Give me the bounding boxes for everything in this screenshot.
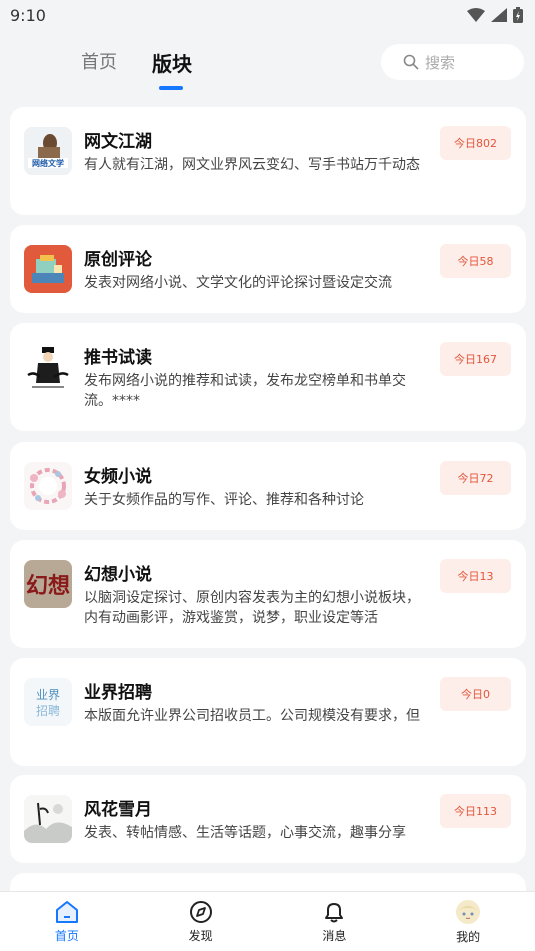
- bell-icon: [325, 902, 344, 922]
- forum-card-fenghua[interactable]: 风花雪月 发表、转帖情感、生活等话题，心事交流，趣事分享 今日113: [10, 775, 526, 863]
- forum-description: 以脑洞设定探讨、原创内容发表为主的幻想小说板块，内有动画影评，游戏鉴赏，说梦，职…: [84, 590, 420, 626]
- forum-card-nvpin[interactable]: 女频小说 关于女频作品的写作、评论、推荐和各种讨论 今日72: [10, 442, 526, 530]
- nav-label: 消息: [322, 928, 347, 943]
- search-icon: [403, 54, 419, 70]
- forum-card-yuanchuang[interactable]: 原创评论 发表对网络小说、文学文化的评论探讨暨设定交流 今日58: [10, 225, 526, 313]
- forum-description: 发表、转帖情感、生活等话题，心事交流，趣事分享: [84, 825, 406, 841]
- search-placeholder: 搜索: [425, 53, 456, 72]
- search-input[interactable]: 搜索: [381, 44, 524, 80]
- status-time: 9:10: [10, 5, 46, 25]
- nav-discover[interactable]: 发现: [134, 892, 268, 951]
- tab-forums[interactable]: 版块: [152, 48, 192, 77]
- today-count-badge: 今日113: [440, 794, 511, 828]
- nav-messages[interactable]: 消息: [268, 892, 402, 951]
- yejie-zhaopin-icon: 业界 招聘: [24, 678, 72, 726]
- forum-card-yejie[interactable]: 业界 招聘 业界招聘 本版面允许业界公司招收员工。公司规模没有要求，但 今日0: [10, 658, 526, 766]
- today-count-badge: 今日72: [440, 461, 511, 495]
- forum-title: 业界招聘: [84, 683, 152, 703]
- nav-home[interactable]: 首页: [0, 892, 134, 951]
- today-count-badge: 今日0: [440, 677, 511, 711]
- top-nav: 首页 版块 搜索: [0, 36, 535, 96]
- forum-title: 幻想小说: [84, 565, 152, 585]
- nav-profile[interactable]: 我的: [401, 892, 535, 951]
- forum-description: 发表对网络小说、文学文化的评论探讨暨设定交流: [84, 275, 392, 291]
- status-bar: 9:10: [0, 0, 535, 30]
- forum-card-wangwen[interactable]: 网络文学 网文江湖 有人就有江湖，网文业界风云变幻、写手书站万千动态 今日802: [10, 107, 526, 215]
- forum-description: 本版面允许业界公司招收员工。公司规模没有要求，但: [84, 708, 420, 724]
- active-tab-indicator: [159, 86, 183, 90]
- svg-text:网络文学: 网络文学: [32, 158, 64, 168]
- today-count-badge: 今日58: [440, 244, 511, 278]
- forum-title: 推书试读: [84, 348, 152, 368]
- forum-title: 网文江湖: [84, 132, 152, 152]
- nav-label: 首页: [54, 928, 79, 943]
- huanxiang-calligraphy-icon: 幻想: [24, 560, 72, 608]
- home-icon: [55, 900, 78, 923]
- forum-title: 风花雪月: [84, 800, 152, 820]
- status-icons: [467, 7, 523, 23]
- tab-home[interactable]: 首页: [81, 48, 117, 74]
- scholar-figure-icon: [24, 345, 72, 393]
- forum-description: 有人就有江湖，网文业界风云变幻、写手书站万千动态: [84, 157, 420, 173]
- forum-title: 女频小说: [84, 467, 152, 487]
- svg-text:招聘: 招聘: [36, 704, 60, 718]
- wifi-icon: [467, 8, 485, 22]
- forum-title: 原创评论: [84, 250, 152, 270]
- svg-text:业界: 业界: [36, 688, 60, 702]
- ink-landscape-icon: [24, 795, 72, 843]
- compass-icon: [189, 900, 212, 923]
- today-count-badge: 今日13: [440, 559, 511, 593]
- nav-label: 我的: [456, 929, 481, 944]
- flower-wreath-icon: [24, 462, 72, 510]
- signal-icon: [491, 8, 507, 22]
- forum-card-huanxiang[interactable]: 幻想 幻想小说 以脑洞设定探讨、原创内容发表为主的幻想小说板块，内有动画影评，游…: [10, 540, 526, 648]
- avatar-icon: [456, 899, 481, 924]
- books-desk-icon: [24, 245, 72, 293]
- battery-icon: [513, 7, 523, 23]
- wangwen-jianghu-icon: 网络文学: [24, 127, 72, 175]
- forum-card-tuishu[interactable]: 推书试读 发布网络小说的推荐和试读，发布龙空榜单和书单交流。**** 今日167: [10, 323, 526, 431]
- nav-label: 发现: [188, 928, 213, 943]
- today-count-badge: 今日802: [440, 126, 511, 160]
- bottom-nav: 首页 发现 消息 我的: [0, 891, 535, 951]
- forum-description: 发布网络小说的推荐和试读，发布龙空榜单和书单交流。****: [84, 373, 406, 409]
- svg-text:幻想: 幻想: [26, 573, 70, 599]
- today-count-badge: 今日167: [440, 342, 511, 376]
- forum-description: 关于女频作品的写作、评论、推荐和各种讨论: [84, 492, 364, 508]
